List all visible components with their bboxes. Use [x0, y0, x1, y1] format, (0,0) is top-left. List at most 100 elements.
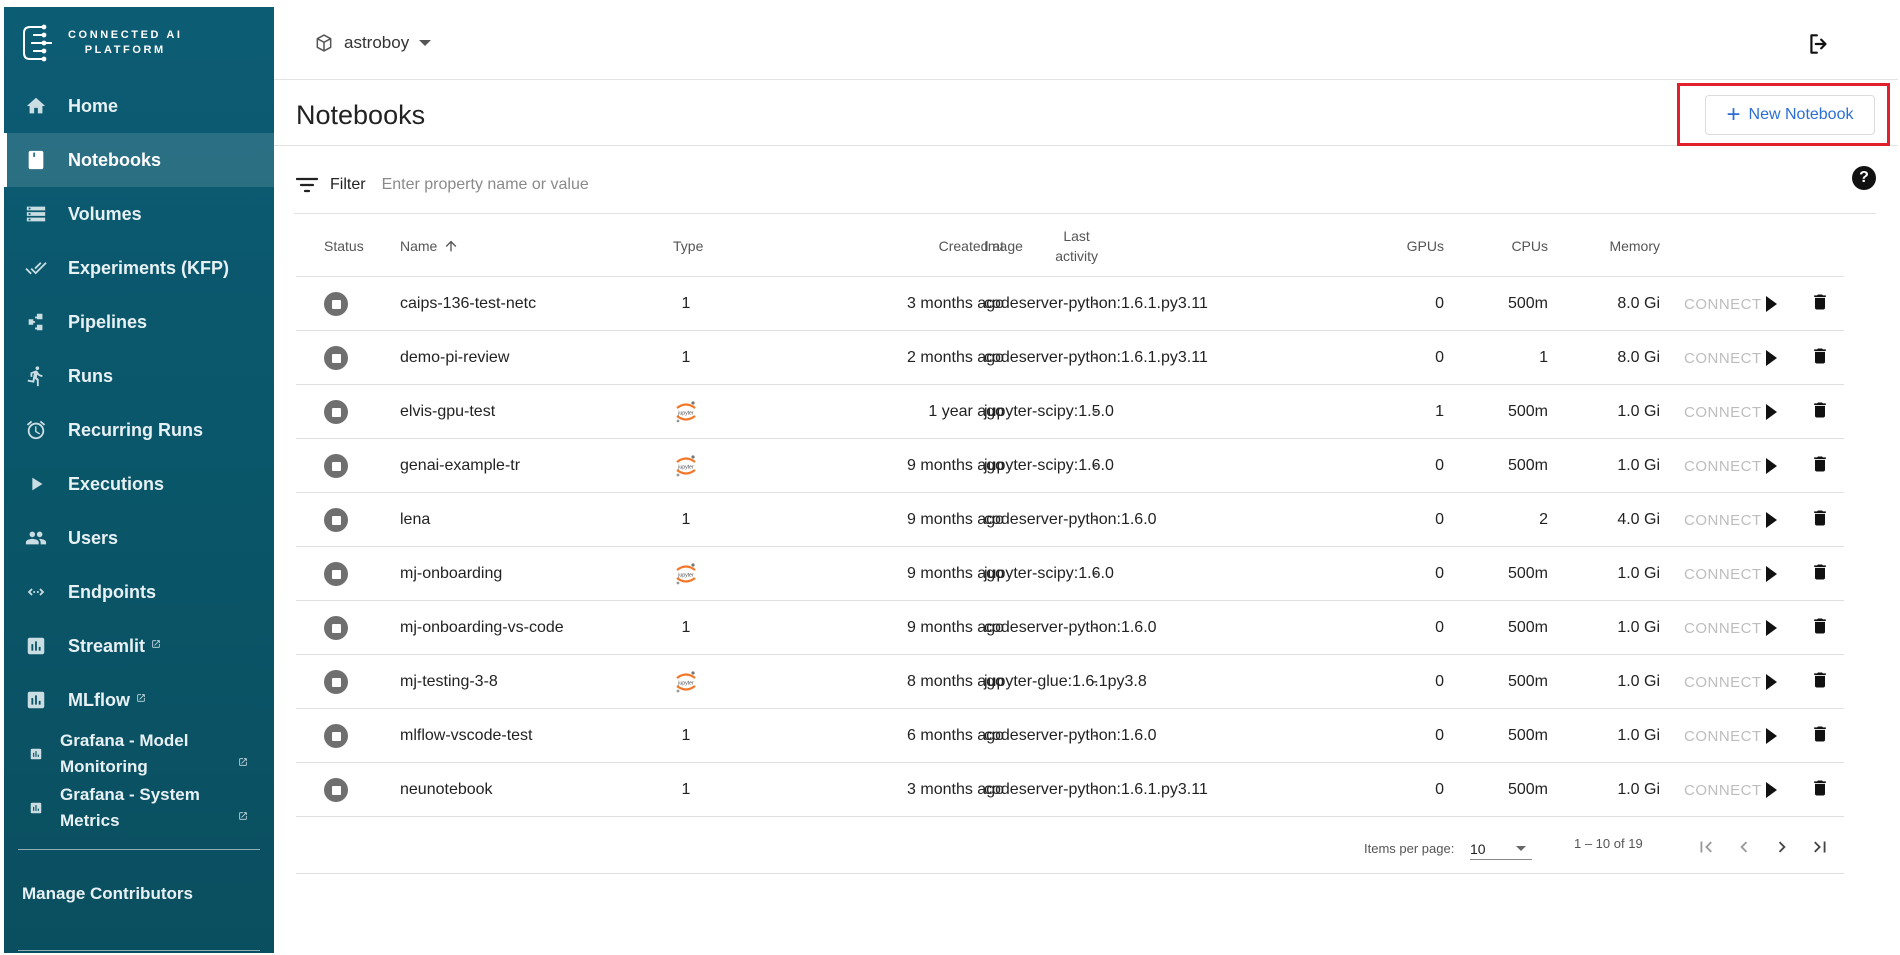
delete-button[interactable]	[1810, 655, 1830, 709]
column-header-created[interactable]: Created at	[816, 214, 1004, 277]
sidebar-item-endpoints[interactable]: Endpoints	[4, 565, 274, 619]
start-button[interactable]	[1766, 709, 1777, 763]
start-button[interactable]	[1766, 277, 1777, 331]
delete-button[interactable]	[1810, 763, 1830, 817]
sidebar-item-runs[interactable]: Runs	[4, 349, 274, 403]
namespace-selector[interactable]: astroboy	[314, 33, 432, 53]
sidebar-item-label-line-2: Metrics	[60, 811, 120, 830]
manage-contributors-link[interactable]: Manage Contributors	[4, 850, 274, 904]
first-page-button[interactable]	[1691, 832, 1721, 862]
sidebar-item-mlflow[interactable]: MLflow	[4, 673, 274, 727]
memory-value: 1.0 Gi	[1617, 727, 1660, 744]
stopped-status-icon	[324, 454, 348, 478]
column-header-gpus[interactable]: GPUs	[1346, 214, 1444, 277]
sidebar-item-pipelines[interactable]: Pipelines	[4, 295, 274, 349]
column-header-cpus[interactable]: CPUs	[1446, 214, 1548, 277]
image-name: codeserver-python:1.6.1.py3.11	[984, 295, 1208, 312]
notebook-name[interactable]: mj-testing-3-8	[400, 655, 498, 709]
stopped-status-icon	[324, 400, 348, 424]
notebook-name[interactable]: mj-onboarding	[400, 547, 502, 601]
sidebar-item-recurring-runs[interactable]: Recurring Runs	[4, 403, 274, 457]
connect-button[interactable]: CONNECT	[1684, 385, 1762, 439]
start-button[interactable]	[1766, 601, 1777, 655]
delete-button[interactable]	[1810, 601, 1830, 655]
notebook-name[interactable]: elvis-gpu-test	[400, 385, 495, 439]
connect-button[interactable]: CONNECT	[1684, 277, 1762, 331]
delete-button[interactable]	[1810, 709, 1830, 763]
new-notebook-button[interactable]: + New Notebook	[1705, 95, 1875, 135]
items-per-page-select[interactable]: 10	[1470, 838, 1532, 860]
table-row[interactable]: mlflow-vscode-test 1 6 months ago - codeserv…	[296, 709, 1844, 763]
gpus-value: 0	[1435, 511, 1444, 528]
table-row[interactable]: elvis-gpu-test jupyter 1 year ago - jupyter-…	[296, 385, 1844, 439]
sidebar-item-users[interactable]: Users	[4, 511, 274, 565]
connect-button[interactable]: CONNECT	[1684, 547, 1762, 601]
start-button[interactable]	[1766, 493, 1777, 547]
table-row[interactable]: demo-pi-review 1 2 months ago - codeserver-p…	[296, 331, 1844, 385]
play-icon	[1766, 458, 1777, 474]
logout-icon[interactable]	[1806, 31, 1832, 57]
connect-button[interactable]: CONNECT	[1684, 655, 1762, 709]
sidebar-item-home[interactable]: Home	[4, 79, 274, 133]
notebook-name[interactable]: genai-example-tr	[400, 439, 520, 493]
start-button[interactable]	[1766, 763, 1777, 817]
table-row[interactable]: neunotebook 1 3 months ago - codeserver-pyth…	[296, 763, 1844, 817]
sidebar-item-volumes[interactable]: Volumes	[4, 187, 274, 241]
delete-button[interactable]	[1810, 439, 1830, 493]
start-button[interactable]	[1766, 331, 1777, 385]
delete-button[interactable]	[1810, 277, 1830, 331]
start-button[interactable]	[1766, 439, 1777, 493]
connect-button[interactable]: CONNECT	[1684, 493, 1762, 547]
column-header-image[interactable]: Image	[984, 214, 1023, 277]
next-page-button[interactable]	[1767, 832, 1797, 862]
table-row[interactable]: mj-testing-3-8 jupyter 8 months ago - jupyte…	[296, 655, 1844, 709]
memory-value: 8.0 Gi	[1617, 295, 1660, 312]
notebook-name[interactable]: caips-136-test-netc	[400, 277, 536, 331]
delete-button[interactable]	[1810, 331, 1830, 385]
sidebar-item-executions[interactable]: Executions	[4, 457, 274, 511]
memory-value: 4.0 Gi	[1617, 511, 1660, 528]
sidebar: CONNECTED AI PLATFORM Home Notebooks Vol…	[4, 7, 274, 953]
connect-button[interactable]: CONNECT	[1684, 331, 1762, 385]
notebook-name[interactable]: neunotebook	[400, 763, 493, 817]
column-header-memory[interactable]: Memory	[1556, 214, 1660, 277]
notebook-name[interactable]: mj-onboarding-vs-code	[400, 601, 564, 655]
table-row[interactable]: mj-onboarding jupyter 9 months ago - jupyter…	[296, 547, 1844, 601]
column-header-type[interactable]: Type	[673, 214, 703, 277]
previous-page-button[interactable]	[1729, 832, 1759, 862]
connect-button[interactable]: CONNECT	[1684, 709, 1762, 763]
sidebar-item-experiments[interactable]: Experiments (KFP)	[4, 241, 274, 295]
sidebar-item-streamlit[interactable]: Streamlit	[4, 619, 274, 673]
notebook-name[interactable]: lena	[400, 493, 430, 547]
column-header-status[interactable]: Status	[324, 214, 364, 277]
delete-button[interactable]	[1810, 385, 1830, 439]
delete-button[interactable]	[1810, 547, 1830, 601]
cpus-value: 500m	[1507, 673, 1548, 690]
start-button[interactable]	[1766, 547, 1777, 601]
notebook-name[interactable]: demo-pi-review	[400, 331, 509, 385]
table-row[interactable]: mj-onboarding-vs-code 1 9 months ago - codes…	[296, 601, 1844, 655]
table-row[interactable]: caips-136-test-netc 1 3 months ago - codeser…	[296, 277, 1844, 331]
start-button[interactable]	[1766, 655, 1777, 709]
delete-button[interactable]	[1810, 493, 1830, 547]
svg-text:jupyter: jupyter	[677, 681, 694, 687]
sidebar-item-grafana-system-metrics[interactable]: Grafana - System Metrics	[4, 781, 274, 835]
column-header-name[interactable]: Name	[400, 214, 459, 277]
connect-button[interactable]: CONNECT	[1684, 601, 1762, 655]
cpus-value: 500m	[1507, 565, 1548, 582]
connect-button[interactable]: CONNECT	[1684, 763, 1762, 817]
filter-icon[interactable]	[296, 176, 318, 194]
help-icon[interactable]: ?	[1852, 166, 1876, 190]
sidebar-item-notebooks[interactable]: Notebooks	[4, 133, 274, 187]
brand[interactable]: CONNECTED AI PLATFORM	[4, 7, 274, 79]
table-row[interactable]: lena 1 9 months ago - codeserver-python:1.6.…	[296, 493, 1844, 547]
start-button[interactable]	[1766, 385, 1777, 439]
table-row[interactable]: genai-example-tr jupyter 9 months ago - jupy…	[296, 439, 1844, 493]
sidebar-item-grafana-model-monitoring[interactable]: Grafana - Model Monitoring	[4, 727, 274, 781]
filter-input[interactable]	[381, 175, 882, 194]
column-header-name-label: Name	[400, 237, 438, 254]
notebook-name[interactable]: mlflow-vscode-test	[400, 709, 532, 763]
last-page-button[interactable]	[1805, 832, 1835, 862]
connect-button[interactable]: CONNECT	[1684, 439, 1762, 493]
bar-chart-icon	[22, 634, 50, 658]
